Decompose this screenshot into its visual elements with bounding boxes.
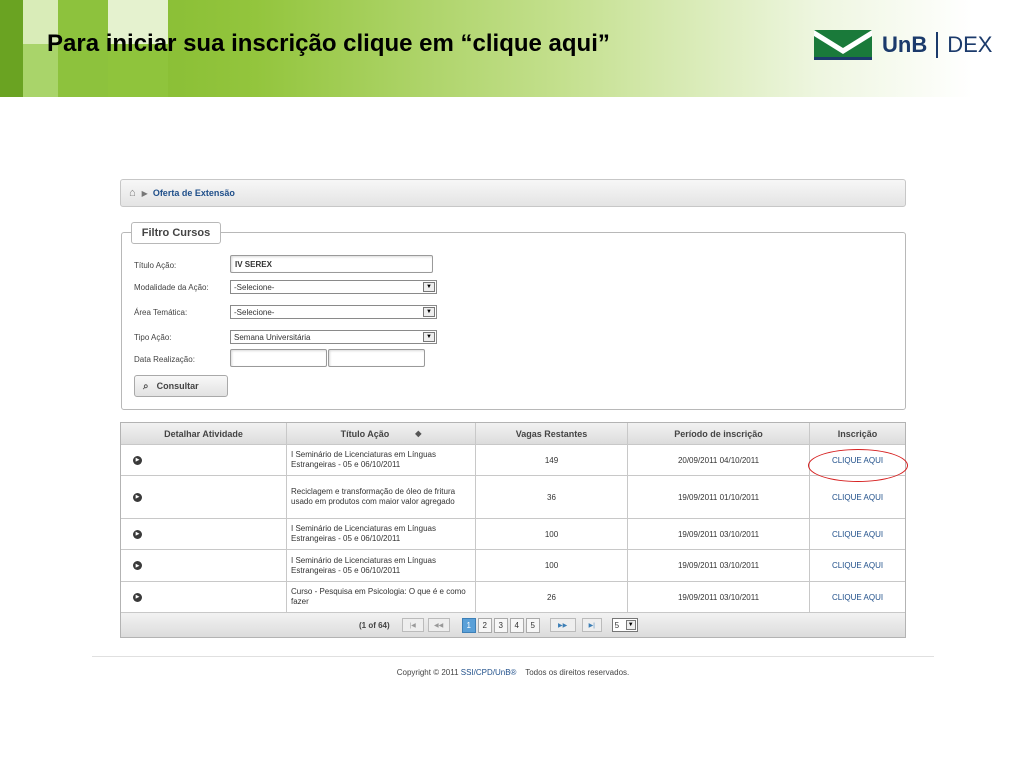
play-icon[interactable]: ▶ (133, 529, 142, 539)
page-number[interactable]: 2 (477, 617, 492, 633)
col-header-vagas: Vagas Restantes (476, 423, 628, 444)
detalhar-cell: ▶ (121, 550, 287, 581)
next-page-icon[interactable]: ▶▶ (549, 618, 576, 632)
play-icon[interactable]: ▶ (133, 455, 142, 465)
footer-copyright: Copyright © 2011 (396, 668, 459, 677)
inscricao-cell: CLIQUE AQUI (810, 476, 905, 518)
titulo-cell: I Seminário de Licenciaturas em Línguas … (287, 445, 476, 475)
chevron-down-icon[interactable]: ▼ (423, 307, 435, 317)
titulo-acao-input[interactable]: IV SEREX (230, 255, 433, 273)
logo-separator (936, 32, 939, 58)
periodo-cell: 19/09/2011 01/10/2011 (628, 476, 810, 518)
titulo-cell: Curso - Pesquisa em Psicologia: O que é … (287, 582, 476, 612)
titulo-cell: I Seminário de Licenciaturas em Línguas … (287, 550, 476, 581)
paginator: (1 of 64) |◀ ◀◀ 1 2 3 4 5 ▶▶ ▶| 5 ▼ (121, 613, 905, 637)
results-table: Detalhar Atividade Título Ação ◆ Vagas R… (120, 422, 906, 638)
rows-per-page-select[interactable]: 5 ▼ (611, 618, 638, 632)
col-header-titulo-label: Título Ação (340, 428, 390, 439)
logo-unb-text: UnB (882, 32, 928, 57)
table-row: ▶ Reciclagem e transformação de óleo de … (121, 476, 905, 519)
consultar-label: Consultar (156, 381, 199, 391)
unb-logo-icon (814, 30, 872, 60)
table-row: ▶ Curso - Pesquisa em Psicologia: O que … (121, 582, 905, 613)
page-count: (1 of 64) (359, 620, 390, 630)
detalhar-cell: ▶ (121, 582, 287, 612)
titulo-cell: Reciclagem e transformação de óleo de fr… (287, 476, 476, 518)
footer: Copyright © 2011 SSI/CPD/UnB® Todos os d… (92, 668, 934, 677)
detalhar-cell: ▶ (121, 445, 287, 475)
rows-per-page-value: 5 (614, 620, 620, 630)
modalidade-label: Modalidade da Ação: (134, 283, 209, 292)
tipo-acao-select[interactable]: Semana Universitária ▼ (230, 330, 437, 344)
detalhar-cell: ▶ (121, 476, 287, 518)
table-row: ▶ I Seminário de Licenciaturas em Língua… (121, 550, 905, 582)
page-number[interactable]: 3 (493, 617, 508, 633)
highlight-annotation (808, 449, 908, 482)
vagas-cell: 149 (476, 445, 628, 475)
detalhar-cell: ▶ (121, 519, 287, 549)
footer-divider (92, 656, 934, 657)
modalidade-selected-value: -Selecione- (234, 282, 275, 292)
page-number[interactable]: 1 (461, 617, 476, 633)
last-page-icon[interactable]: ▶| (581, 618, 602, 632)
prev-page-icon[interactable]: ◀◀ (427, 618, 450, 632)
table-row: ▶ I Seminário de Licenciaturas em Língua… (121, 519, 905, 550)
page-number[interactable]: 5 (525, 617, 540, 633)
breadcrumb-link[interactable]: Oferta de Extensão (153, 188, 235, 198)
vagas-cell: 100 (476, 550, 628, 581)
vagas-cell: 26 (476, 582, 628, 612)
sort-icon[interactable]: ◆ (415, 429, 421, 438)
area-selected-value: -Selecione- (234, 307, 275, 317)
data-inicio-input[interactable] (230, 349, 327, 367)
filter-legend: Filtro Cursos (131, 222, 221, 244)
titulo-cell: I Seminário de Licenciaturas em Línguas … (287, 519, 476, 549)
chevron-right-icon: ▶ (141, 188, 148, 198)
clique-aqui-link[interactable]: CLIQUE AQUI (832, 493, 883, 502)
vagas-cell: 36 (476, 476, 628, 518)
first-page-icon[interactable]: |◀ (401, 618, 424, 632)
play-icon[interactable]: ▶ (133, 561, 142, 570)
chevron-down-icon[interactable]: ▼ (423, 282, 435, 292)
data-realizacao-label: Data Realização: (134, 355, 195, 364)
inscricao-cell: CLIQUE AQUI (810, 519, 905, 549)
periodo-cell: 19/09/2011 03/10/2011 (628, 519, 810, 549)
logo-dex-text: DEX (947, 32, 993, 57)
clique-aqui-link[interactable]: CLIQUE AQUI (832, 530, 883, 539)
play-icon[interactable]: ▶ (133, 592, 142, 602)
search-icon: ⌕ (143, 380, 149, 392)
clique-aqui-link[interactable]: CLIQUE AQUI (832, 593, 883, 602)
table-row: ▶ I Seminário de Licenciaturas em Língua… (121, 445, 905, 476)
chevron-down-icon[interactable]: ▼ (423, 332, 435, 342)
header-decor-block (0, 0, 23, 97)
vagas-cell: 100 (476, 519, 628, 549)
titulo-acao-label: Título Ação: (134, 261, 177, 270)
chevron-down-icon[interactable]: ▼ (625, 620, 636, 630)
col-header-detalhar: Detalhar Atividade (121, 423, 287, 444)
col-header-titulo[interactable]: Título Ação ◆ (287, 423, 476, 444)
tipo-acao-label: Tipo Ação: (134, 333, 172, 342)
inscricao-cell: CLIQUE AQUI (810, 550, 905, 581)
footer-rights: Todos os direitos reservados. (525, 668, 630, 677)
table-header-row: Detalhar Atividade Título Ação ◆ Vagas R… (121, 423, 905, 445)
clique-aqui-link[interactable]: CLIQUE AQUI (832, 561, 883, 570)
tipo-selected-value: Semana Universitária (234, 332, 311, 342)
periodo-cell: 19/09/2011 03/10/2011 (628, 550, 810, 581)
periodo-cell: 19/09/2011 03/10/2011 (628, 582, 810, 612)
consultar-button[interactable]: ⌕ Consultar (134, 375, 228, 397)
slide-title: Para iniciar sua inscrição clique em “cl… (47, 30, 610, 57)
unb-dex-logo: UnB DEX (814, 28, 992, 62)
modalidade-select[interactable]: -Selecione- ▼ (230, 280, 437, 294)
area-tematica-select[interactable]: -Selecione- ▼ (230, 305, 437, 319)
inscricao-cell: CLIQUE AQUI (810, 582, 905, 612)
col-header-periodo: Período de inscrição (628, 423, 810, 444)
page-number[interactable]: 4 (509, 617, 524, 633)
footer-link[interactable]: SSI/CPD/UnB® (461, 668, 517, 677)
col-header-inscricao: Inscrição (837, 428, 878, 439)
home-icon[interactable]: ⌂ (129, 187, 136, 199)
data-fim-input[interactable] (328, 349, 425, 367)
breadcrumb: ⌂ ▶ Oferta de Extensão (120, 179, 906, 207)
area-tematica-label: Área Temática: (134, 308, 188, 317)
play-icon[interactable]: ▶ (133, 492, 142, 502)
periodo-cell: 20/09/2011 04/10/2011 (628, 445, 810, 475)
